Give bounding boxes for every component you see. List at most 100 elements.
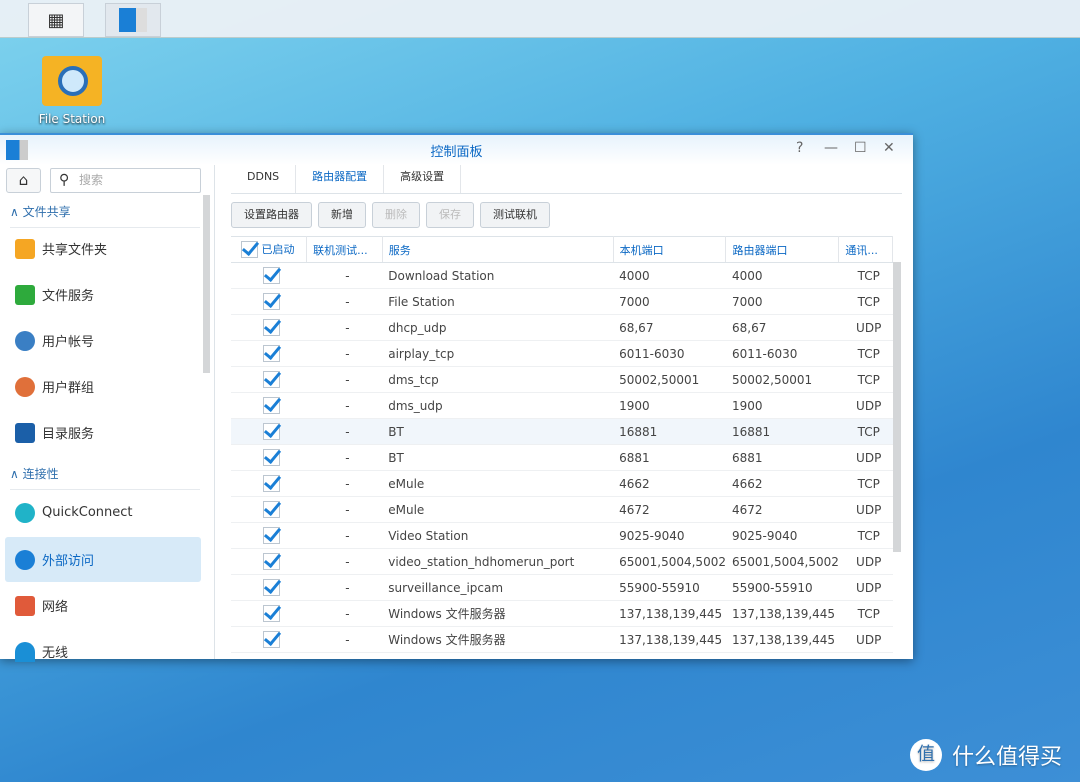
enabled-cell[interactable] [231, 444, 307, 471]
desktop-icon-file-station[interactable]: File Station [30, 52, 114, 126]
table-row[interactable]: - video_station_hdhomerun_port 65001,500… [231, 548, 893, 575]
save-button[interactable]: 保存 [426, 202, 474, 228]
enabled-checkbox[interactable] [263, 345, 281, 362]
directory-icon [15, 422, 35, 443]
main-menu-button[interactable]: ▦ [28, 3, 84, 37]
sidebar-item-file-services[interactable]: 文件服务 [5, 272, 201, 317]
enabled-cell[interactable] [231, 288, 307, 315]
tab-advanced[interactable]: 高级设置 [384, 165, 462, 193]
sidebar-item-group[interactable]: 用户群组 [5, 364, 201, 409]
table-row[interactable]: - airplay_tcp 6011-6030 6011-6030 TCP [231, 340, 893, 367]
control-panel-taskbar-button[interactable] [105, 3, 161, 37]
col-protocol[interactable]: 通讯... [838, 236, 893, 263]
search-input[interactable]: ⚲ 搜索 [50, 168, 201, 193]
table-row[interactable]: - Windows 文件服务器 137,138,139,445 137,138,… [231, 626, 893, 653]
tab-ddns[interactable]: DDNS [231, 165, 297, 193]
add-button[interactable]: 新增 [318, 202, 366, 228]
table-row[interactable]: - Windows 文件服务器 137,138,139,445 137,138,… [231, 600, 893, 627]
enabled-cell[interactable] [231, 496, 307, 523]
window-titlebar[interactable]: 控制面板 ? — ☐ ✕ [0, 135, 913, 165]
enabled-checkbox[interactable] [263, 527, 281, 544]
enabled-cell[interactable] [231, 548, 307, 575]
enabled-checkbox[interactable] [263, 371, 281, 388]
sidebar-item-label: 文件服务 [42, 289, 95, 304]
table-row[interactable]: - BT 16881 16881 TCP [231, 418, 893, 445]
enabled-checkbox[interactable] [263, 553, 281, 570]
enabled-checkbox[interactable] [263, 319, 281, 336]
table-row[interactable]: - Download Station 4000 4000 TCP [231, 262, 893, 289]
sidebar-item-wireless[interactable]: 无线 [5, 629, 201, 674]
enabled-checkbox[interactable] [263, 449, 281, 466]
enabled-checkbox[interactable] [263, 293, 281, 310]
router-port-cell: 7000 [725, 288, 839, 315]
setup-router-button[interactable]: 设置路由器 [231, 202, 312, 228]
table-row[interactable]: - eMule 4662 4662 TCP [231, 470, 893, 497]
close-icon[interactable]: ✕ [883, 140, 895, 156]
table-row[interactable]: - surveillance_ipcam 55900-55910 55900-5… [231, 574, 893, 601]
minimize-icon[interactable]: — [824, 140, 838, 156]
table-row[interactable]: - Video Station 9025-9040 9025-9040 TCP [231, 522, 893, 549]
enabled-checkbox[interactable] [263, 397, 281, 414]
enabled-cell[interactable] [231, 626, 307, 653]
local-port-cell: 137,138,139,445 [613, 600, 726, 627]
header-label: 已启动 [261, 242, 295, 256]
file-services-icon [15, 284, 35, 305]
col-test[interactable]: 联机测试... [306, 236, 383, 263]
table-row[interactable]: - BT 6881 6881 UDP [231, 444, 893, 471]
sidebar-item-label: 共享文件夹 [42, 243, 108, 258]
select-all-checkbox[interactable] [241, 241, 258, 259]
sidebar-item-label: 外部访问 [42, 554, 95, 569]
enabled-cell[interactable] [231, 418, 307, 445]
sidebar-item-shared-folder[interactable]: 共享文件夹 [5, 226, 201, 271]
enabled-cell[interactable] [231, 314, 307, 341]
sidebar-item-label: 用户帐号 [42, 335, 95, 350]
service-cell: airplay_tcp [382, 340, 614, 367]
group-icon [15, 376, 35, 397]
enabled-checkbox[interactable] [263, 631, 281, 648]
enabled-cell[interactable] [231, 470, 307, 497]
local-port-cell: 4000 [613, 262, 726, 289]
sidebar-scrollbar[interactable] [203, 195, 210, 373]
enabled-cell[interactable] [231, 522, 307, 549]
enabled-checkbox[interactable] [263, 579, 281, 596]
enabled-checkbox[interactable] [263, 501, 281, 518]
home-button[interactable]: ⌂ [6, 168, 41, 193]
enabled-checkbox[interactable] [263, 267, 281, 284]
col-enabled[interactable]: 已启动 [231, 236, 308, 263]
test-cell: - [306, 288, 383, 315]
help-icon[interactable]: ? [796, 140, 803, 156]
sidebar-item-directory[interactable]: 目录服务 [5, 410, 201, 455]
delete-button[interactable]: 删除 [372, 202, 420, 228]
test-connection-button[interactable]: 测试联机 [480, 202, 550, 228]
section-connectivity[interactable]: ∧ 连接性 [10, 465, 200, 490]
col-local-port[interactable]: 本机端口 [613, 236, 727, 263]
test-cell: - [306, 600, 383, 627]
sidebar-item-quickconnect[interactable]: QuickConnect [5, 490, 201, 535]
table-row[interactable]: - dms_udp 1900 1900 UDP [231, 392, 893, 419]
enabled-cell[interactable] [231, 366, 307, 393]
enabled-cell[interactable] [231, 262, 307, 289]
section-file-sharing[interactable]: ∧ 文件共享 [10, 203, 200, 228]
enabled-cell[interactable] [231, 340, 307, 367]
sidebar: ⌂ ⚲ 搜索 ∧ 文件共享 共享文件夹 文件服务 用户帐号 用户群组 目录服务 ∧… [0, 165, 215, 662]
col-router-port[interactable]: 路由器端口 [725, 236, 840, 263]
local-port-cell: 7000 [613, 288, 726, 315]
maximize-icon[interactable]: ☐ [854, 140, 867, 156]
enabled-cell[interactable] [231, 392, 307, 419]
enabled-cell[interactable] [231, 574, 307, 601]
sidebar-item-network[interactable]: 网络 [5, 583, 201, 628]
tab-router-config[interactable]: 路由器配置 [296, 165, 385, 193]
table-row[interactable]: - dms_tcp 50002,50001 50002,50001 TCP [231, 366, 893, 393]
table-row[interactable]: - eMule 4672 4672 UDP [231, 496, 893, 523]
table-row[interactable]: - File Station 7000 7000 TCP [231, 288, 893, 315]
local-port-cell: 4662 [613, 470, 726, 497]
enabled-checkbox[interactable] [263, 475, 281, 492]
sidebar-item-user[interactable]: 用户帐号 [5, 318, 201, 363]
enabled-checkbox[interactable] [263, 605, 281, 622]
col-service[interactable]: 服务 [382, 236, 614, 263]
table-row[interactable]: - dhcp_udp 68,67 68,67 UDP [231, 314, 893, 341]
table-scrollbar[interactable] [893, 262, 901, 552]
enabled-checkbox[interactable] [263, 423, 281, 440]
enabled-cell[interactable] [231, 600, 307, 627]
sidebar-item-external-access[interactable]: 外部访问 [5, 537, 201, 582]
